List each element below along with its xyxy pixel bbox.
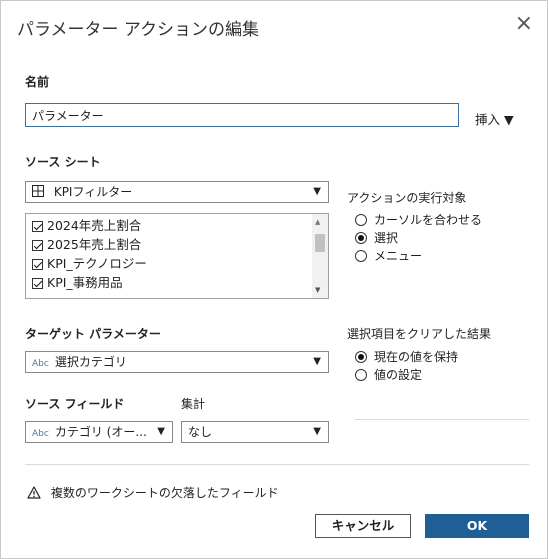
radio-keep-value[interactable]: 現在の値を保持 [355, 348, 458, 366]
source-field-dropdown[interactable]: Abc カテゴリ (オー... ▼ [25, 421, 173, 443]
name-input[interactable]: パラメーター [25, 103, 459, 127]
sheet-item-label: 2024年売上割合 [47, 218, 142, 233]
sheet-list[interactable]: 2024年売上割合 2025年売上割合 KPI_テクノロジー KPI_事務用品 … [25, 213, 329, 299]
name-input-value: パラメーター [32, 109, 104, 123]
warning-text: 複数のワークシートの欠落したフィールド [50, 486, 279, 500]
footer-divider [25, 464, 529, 465]
target-parameter-value: 選択カテゴリ [54, 355, 127, 369]
radio-label: 選択 [374, 231, 399, 245]
scroll-up-icon[interactable]: ▲ [315, 218, 320, 226]
name-label: 名前 [25, 75, 50, 89]
radio-icon[interactable] [355, 369, 367, 381]
radio-selected-icon[interactable] [355, 232, 367, 244]
radio-label: カーソルを合わせる [374, 213, 483, 227]
sheet-list-scrollbar[interactable]: ▲ ▼ [312, 214, 328, 298]
sheet-list-item[interactable]: KPI_テクノロジー [26, 254, 328, 273]
sheet-list-item[interactable]: 2025年売上割合 [26, 235, 328, 254]
scroll-down-icon[interactable]: ▼ [315, 286, 320, 294]
checkbox-checked-icon[interactable] [32, 278, 43, 289]
checkbox-checked-icon[interactable] [32, 221, 43, 232]
sheet-item-label: 2025年売上割合 [47, 237, 142, 252]
text-type-icon: Abc [32, 359, 49, 369]
aggregation-label: 集計 [181, 397, 206, 411]
source-field-value: カテゴリ (オー... [54, 425, 147, 439]
warning-row: 複数のワークシートの欠落したフィールド [27, 484, 279, 501]
radio-label: 現在の値を保持 [374, 350, 459, 364]
radio-hover[interactable]: カーソルを合わせる [355, 211, 482, 229]
warning-icon [27, 486, 41, 499]
insert-dropdown[interactable]: 挿入 ▼ [475, 109, 514, 128]
section-divider [355, 419, 529, 420]
sheet-item-label: KPI_事務用品 [47, 275, 123, 290]
radio-menu[interactable]: メニュー [355, 247, 482, 265]
chevron-down-icon: ▼ [313, 186, 321, 197]
radio-label: 値の設定 [374, 368, 423, 382]
run-action-on-label: アクションの実行対象 [347, 191, 467, 205]
radio-select[interactable]: 選択 [355, 229, 482, 247]
scroll-thumb[interactable] [315, 234, 325, 252]
target-parameter-dropdown[interactable]: Abc 選択カテゴリ ▼ [25, 351, 329, 373]
radio-label: メニュー [374, 249, 423, 263]
sheet-list-item[interactable]: KPI_事務用品 [26, 273, 328, 292]
target-parameter-label: ターゲット パラメーター [25, 327, 161, 341]
parameter-action-dialog: パラメーター アクションの編集 × 名前 パラメーター 挿入 ▼ ソース シート… [0, 0, 548, 559]
sheet-grid-icon [32, 185, 44, 197]
radio-set-value[interactable]: 値の設定 [355, 366, 458, 384]
sheet-item-label: KPI_テクノロジー [47, 256, 147, 271]
source-sheets-label: ソース シート [25, 155, 101, 169]
radio-icon[interactable] [355, 250, 367, 262]
chevron-down-icon: ▼ [157, 426, 165, 437]
source-field-label: ソース フィールド [25, 397, 125, 411]
aggregation-dropdown[interactable]: なし ▼ [181, 421, 329, 443]
clear-selection-options: 現在の値を保持 値の設定 [355, 348, 458, 384]
checkbox-checked-icon[interactable] [32, 240, 43, 251]
close-icon[interactable]: × [515, 13, 533, 35]
dialog-title: パラメーター アクションの編集 [17, 20, 260, 40]
source-sheets-dropdown[interactable]: KPIフィルター ▼ [25, 181, 329, 203]
source-sheets-selected: KPIフィルター [53, 185, 133, 199]
chevron-down-icon: ▼ [313, 426, 321, 437]
radio-selected-icon[interactable] [355, 351, 367, 363]
sheet-list-item[interactable]: 2024年売上割合 [26, 216, 328, 235]
text-type-icon: Abc [32, 429, 49, 439]
radio-icon[interactable] [355, 214, 367, 226]
ok-button[interactable]: OK [425, 514, 529, 538]
clear-selection-label: 選択項目をクリアした結果 [347, 327, 492, 341]
aggregation-value: なし [188, 425, 213, 439]
checkbox-checked-icon[interactable] [32, 259, 43, 270]
cancel-button[interactable]: キャンセル [315, 514, 411, 538]
insert-label: 挿入 ▼ [475, 112, 514, 127]
chevron-down-icon: ▼ [313, 356, 321, 367]
run-action-on-options: カーソルを合わせる 選択 メニュー [355, 211, 482, 265]
